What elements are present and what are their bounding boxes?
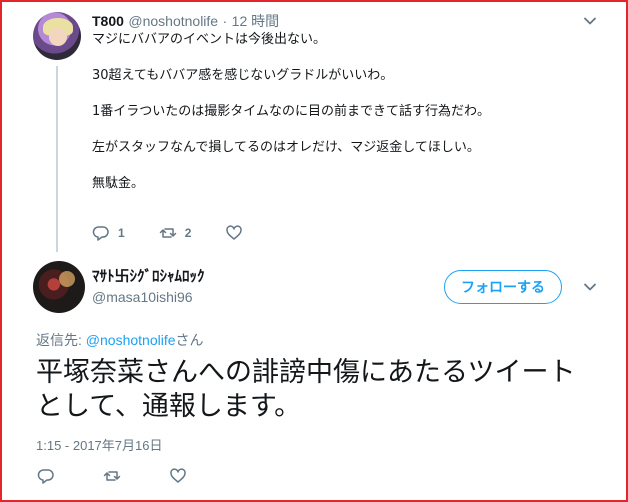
retweet-button[interactable]: 2 (159, 224, 192, 242)
main-tweet-handle[interactable]: @masa10ishi96 (92, 289, 193, 305)
reply-context: 返信先: @noshotnolifeさん (36, 330, 204, 350)
tweet-line: マジにババアのイベントは今後出ない。 (92, 32, 327, 47)
like-button[interactable] (225, 224, 251, 242)
parent-tweet-name[interactable]: T800 (92, 13, 124, 29)
tweet-line: として、通報します。 (36, 391, 302, 422)
reply-target-link[interactable]: @noshotnolife (86, 332, 176, 348)
retweet-button[interactable] (103, 467, 129, 485)
reply-button[interactable] (37, 467, 63, 485)
retweet-icon (103, 471, 121, 481)
main-tweet-name[interactable]: ﾏｻﾄ卐ｼｸﾞﾛｼｬﾑﾛｯｸ (92, 265, 205, 286)
retweet-icon (159, 228, 176, 238)
reply-icon (92, 226, 109, 241)
retweet-count: 2 (184, 226, 192, 240)
tweet-line: 無駄金。 (92, 176, 145, 191)
follow-button[interactable]: フォローする (444, 270, 562, 304)
tweet-line: 平塚奈菜さんへの誹謗中傷にあたるツイート (36, 357, 576, 388)
parent-tweet-text: マジにババアのイベントは今後出ない。 30超えてもババア感を感じないグラドルがい… (92, 31, 572, 211)
heart-icon (170, 468, 186, 483)
avatar-highlight (59, 271, 75, 287)
parent-tweet-header: T800 @noshotnolife · 12 時間 (92, 11, 279, 31)
chevron-down-icon[interactable] (583, 279, 603, 299)
tweet-line: 左がスタッフなんで損してるのはオレだけ、マジ返金してほしい。 (92, 140, 480, 155)
tweet-line: 1番イラついたのは撮影タイムなのに目の前まできて話す行為だわ。 (92, 104, 491, 119)
parent-tweet-handle[interactable]: @noshotnolife (128, 13, 218, 29)
tweet-line: 30超えてもババア感を感じないグラドルがいいわ。 (92, 68, 394, 83)
main-tweet-actions (37, 467, 223, 485)
main-tweet-text: 平塚奈菜さんへの誹謗中傷にあたるツイート として、通報します。 (36, 356, 596, 424)
reply-count: 1 (118, 226, 125, 240)
parent-tweet-time[interactable]: 12 時間 (232, 13, 279, 29)
thread-connector-line (56, 66, 58, 252)
parent-tweet-actions: 1 2 (92, 224, 279, 242)
chevron-down-icon[interactable] (583, 13, 603, 33)
tweet-timestamp[interactable]: 1:15 - 2017年7月16日 (36, 435, 162, 454)
like-button[interactable] (169, 467, 195, 485)
heart-icon (226, 225, 243, 240)
avatar-face (49, 28, 67, 46)
separator-dot: · (222, 13, 228, 29)
avatar[interactable] (33, 12, 81, 60)
reply-button[interactable]: 1 (92, 224, 125, 242)
avatar[interactable] (33, 261, 85, 313)
reply-icon (37, 469, 54, 484)
reply-prefix: 返信先: (36, 332, 86, 348)
reply-suffix: さん (175, 332, 204, 348)
